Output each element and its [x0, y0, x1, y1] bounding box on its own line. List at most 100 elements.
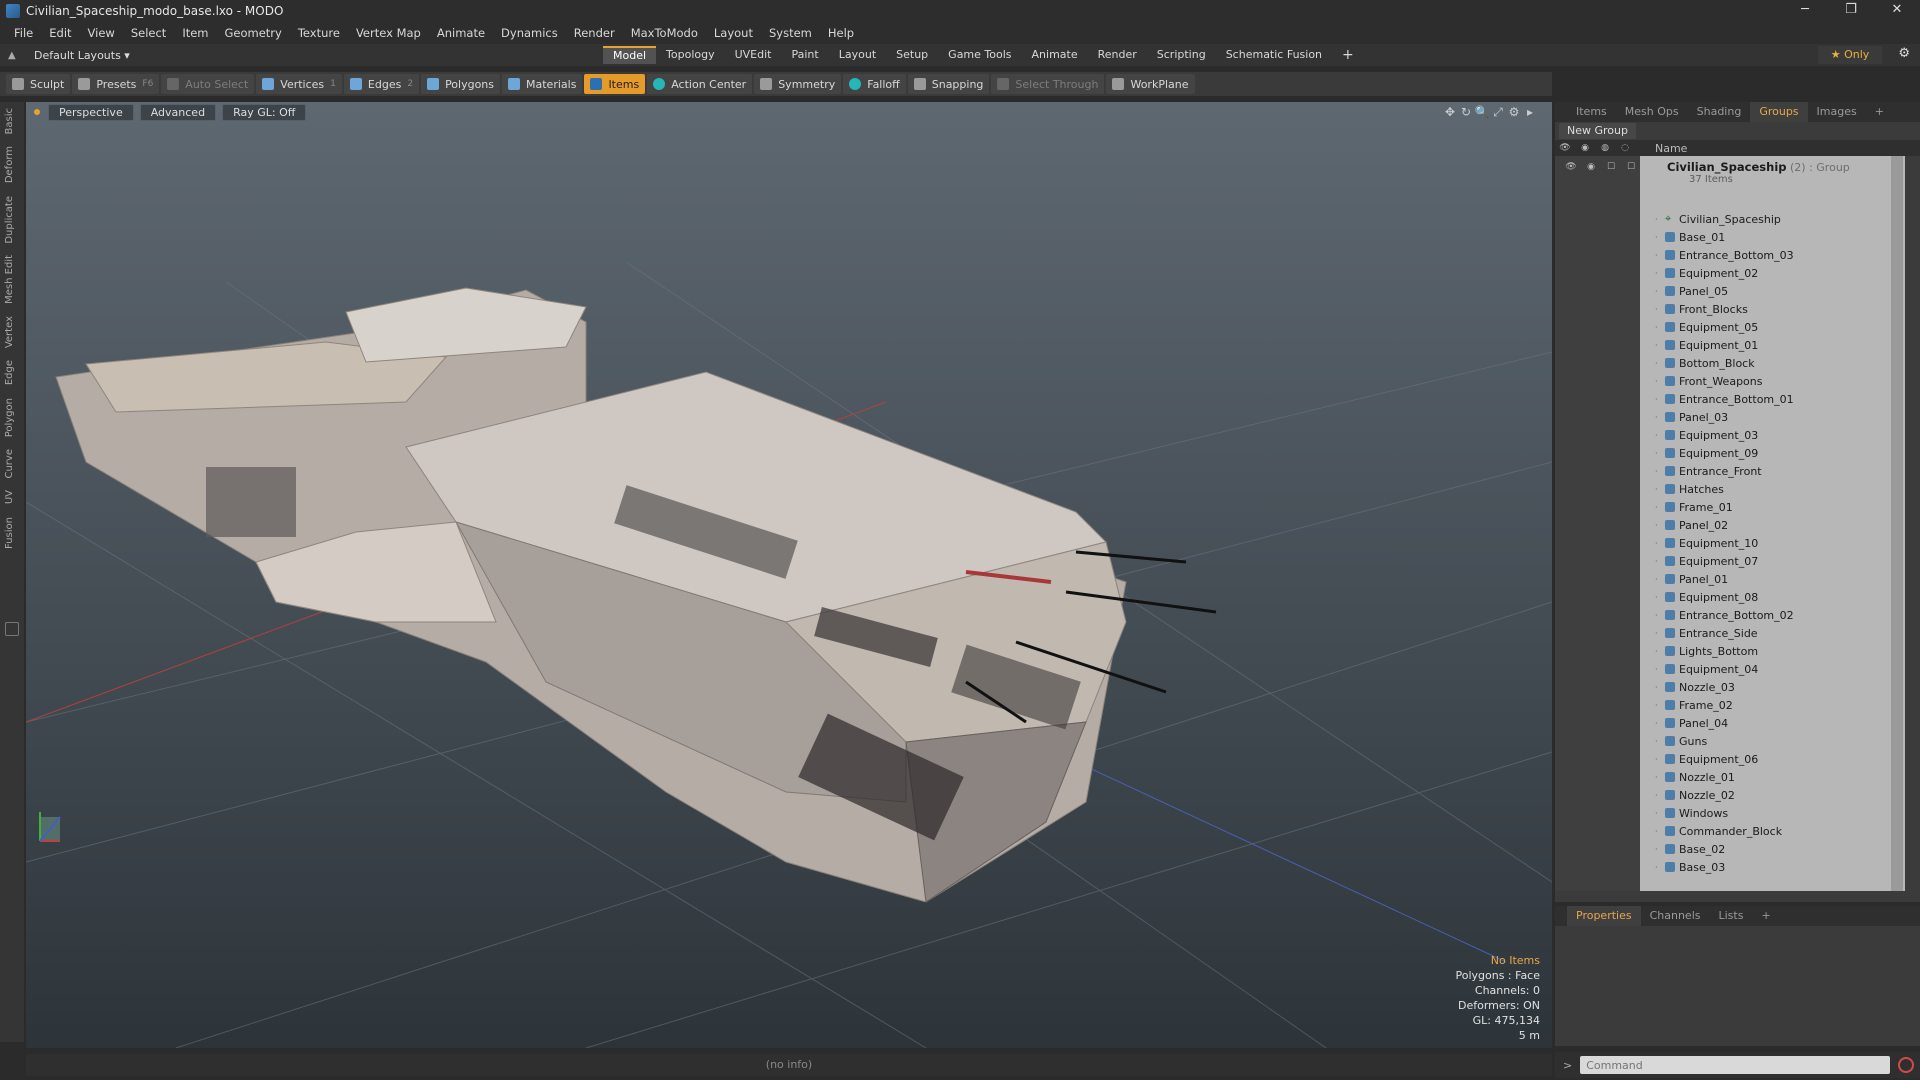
workplane-button[interactable]: WorkPlane	[1106, 74, 1195, 94]
items-button[interactable]: Items	[584, 74, 646, 94]
collapse-icon[interactable]: ▲	[8, 50, 22, 61]
sculpt-button[interactable]: Sculpt	[6, 74, 71, 94]
menu-help[interactable]: Help	[820, 26, 862, 40]
edges-button[interactable]: Edges 2	[343, 74, 420, 94]
group-item-row[interactable]: · Entrance_Bottom_03	[1655, 246, 1794, 264]
tab-properties[interactable]: Properties	[1567, 906, 1641, 926]
menu-layout[interactable]: Layout	[706, 26, 761, 40]
group-item-row[interactable]: · Equipment_09	[1655, 444, 1794, 462]
group-item-row[interactable]: · Equipment_06	[1655, 750, 1794, 768]
menu-animate[interactable]: Animate	[429, 26, 493, 40]
group-item-row[interactable]: · Base_02	[1655, 840, 1794, 858]
presets-button[interactable]: Presets F6	[72, 74, 160, 94]
record-macro-icon[interactable]	[1898, 1057, 1915, 1073]
tab-images[interactable]: Images	[1808, 102, 1866, 122]
menu-maxtomodo[interactable]: MaxToModo	[623, 26, 706, 40]
left-tab-curve[interactable]: Curve	[0, 443, 19, 485]
menu-texture[interactable]: Texture	[290, 26, 348, 40]
tab-shading[interactable]: Shading	[1688, 102, 1751, 122]
visibility-eye-icon[interactable]: 👁	[1561, 162, 1581, 172]
left-tab-deform[interactable]: Deform	[0, 140, 19, 189]
left-tab-uv[interactable]: UV	[0, 484, 19, 510]
group-item-row[interactable]: · Equipment_08	[1655, 588, 1794, 606]
close-icon[interactable]: ✕	[1874, 0, 1920, 22]
tab-items[interactable]: Items	[1567, 102, 1616, 122]
group-item-row[interactable]: · Base_03	[1655, 858, 1794, 876]
group-item-row[interactable]: · Bottom_Block	[1655, 354, 1794, 372]
tab-lists[interactable]: Lists	[1710, 906, 1753, 926]
scene-canvas[interactable]	[26, 102, 1552, 1048]
left-tab-polygon[interactable]: Polygon	[0, 392, 19, 443]
group-item-row[interactable]: · Frame_02	[1655, 696, 1794, 714]
raygl-button[interactable]: Ray GL: Off	[222, 103, 307, 121]
viewport-settings-icon[interactable]: ⚙	[1506, 105, 1522, 120]
menu-item[interactable]: Item	[174, 26, 216, 40]
group-item-row[interactable]: · Entrance_Side	[1655, 624, 1794, 642]
group-item-row[interactable]: · Panel_05	[1655, 282, 1794, 300]
tab-setup[interactable]: Setup	[886, 46, 938, 64]
left-tab-vertex[interactable]: Vertex	[0, 310, 19, 354]
group-item-row[interactable]: · Nozzle_02	[1655, 786, 1794, 804]
group-item-row[interactable]: · Entrance_Bottom_02	[1655, 606, 1794, 624]
3d-viewport[interactable]: Perspective Advanced Ray GL: Off ✥ ↻ 🔍 ⤢…	[26, 102, 1552, 1048]
only-button[interactable]: ★ Only	[1818, 46, 1882, 64]
group-item-row[interactable]: · Panel_01	[1655, 570, 1794, 588]
add-tab-icon[interactable]: +	[1332, 46, 1364, 64]
group-item-row[interactable]: · Lights_Bottom	[1655, 642, 1794, 660]
snapping-button[interactable]: Snapping	[907, 74, 990, 94]
materials-button[interactable]: Materials	[502, 74, 583, 94]
tab-model[interactable]: Model	[603, 46, 657, 64]
group-item-row[interactable]: · Windows	[1655, 804, 1794, 822]
menu-render[interactable]: Render	[566, 26, 623, 40]
select-column-icon[interactable]: ◌	[1615, 143, 1635, 153]
viewport-menu-icon[interactable]	[34, 109, 40, 115]
group-item-row[interactable]: · Entrance_Bottom_01	[1655, 390, 1794, 408]
left-tab-duplicate[interactable]: Duplicate	[0, 190, 19, 250]
command-input[interactable]	[1580, 1056, 1891, 1074]
group-item-row[interactable]: · Equipment_01	[1655, 336, 1794, 354]
group-item-row[interactable]: · Commander_Block	[1655, 822, 1794, 840]
group-item-row[interactable]: · Equipment_04	[1655, 660, 1794, 678]
group-item-row[interactable]: · Hatches	[1655, 480, 1794, 498]
render-toggle-icon[interactable]: ◉	[1581, 162, 1601, 172]
group-tree[interactable]: 👁 ◉ ☐ ☐ Civilian_Spaceship (2) : Group 3…	[1555, 156, 1905, 891]
menu-select[interactable]: Select	[123, 26, 174, 40]
group-item-row[interactable]: · Base_01	[1655, 228, 1794, 246]
falloff-button[interactable]: Falloff	[843, 74, 906, 94]
group-item-row[interactable]: · Entrance_Front	[1655, 462, 1794, 480]
group-item-row[interactable]: · Guns	[1655, 732, 1794, 750]
tab-topology[interactable]: Topology	[656, 46, 725, 64]
group-item-row[interactable]: · Equipment_02	[1655, 264, 1794, 282]
menu-geometry[interactable]: Geometry	[217, 26, 290, 40]
render-column-icon[interactable]: ◉	[1575, 143, 1595, 153]
left-tab-basic[interactable]: Basic	[0, 102, 19, 140]
menu-file[interactable]: File	[6, 26, 41, 40]
polygons-button[interactable]: Polygons	[421, 74, 501, 94]
select-through-button[interactable]: Select Through	[991, 74, 1105, 94]
symmetry-button[interactable]: Symmetry	[754, 74, 842, 94]
group-item-row[interactable]: · ⌖ Civilian_Spaceship	[1655, 210, 1794, 228]
vertices-button[interactable]: Vertices 1	[256, 74, 342, 94]
tab-scripting[interactable]: Scripting	[1147, 46, 1216, 64]
root-group-row[interactable]: Civilian_Spaceship (2) : Group	[1667, 160, 1850, 174]
tab-groups[interactable]: Groups	[1750, 102, 1808, 122]
group-item-row[interactable]: · Front_Blocks	[1655, 300, 1794, 318]
group-item-row[interactable]: · Panel_03	[1655, 408, 1794, 426]
left-tab-edge[interactable]: Edge	[0, 354, 19, 391]
panel-toggle-icon[interactable]	[5, 622, 19, 636]
add-properties-tab-icon[interactable]: +	[1752, 906, 1779, 926]
viewport-expand-icon[interactable]: ▸	[1522, 105, 1538, 120]
auto-select-button[interactable]: Auto Select	[161, 74, 255, 94]
restore-icon[interactable]: ❐	[1828, 0, 1874, 22]
group-item-row[interactable]: · Nozzle_01	[1655, 768, 1794, 786]
tab-animate[interactable]: Animate	[1022, 46, 1088, 64]
shading-mode-button[interactable]: Advanced	[139, 103, 217, 121]
select-toggle-icon[interactable]: ☐	[1621, 162, 1641, 172]
command-history-icon[interactable]: >	[1563, 1059, 1572, 1072]
tab-schematic-fusion[interactable]: Schematic Fusion	[1216, 46, 1332, 64]
menu-dynamics[interactable]: Dynamics	[493, 26, 566, 40]
group-item-row[interactable]: · Equipment_05	[1655, 318, 1794, 336]
menu-view[interactable]: View	[80, 26, 123, 40]
lock-column-icon[interactable]: ◍	[1595, 143, 1615, 153]
visibility-column-icon[interactable]: 👁	[1555, 143, 1575, 153]
